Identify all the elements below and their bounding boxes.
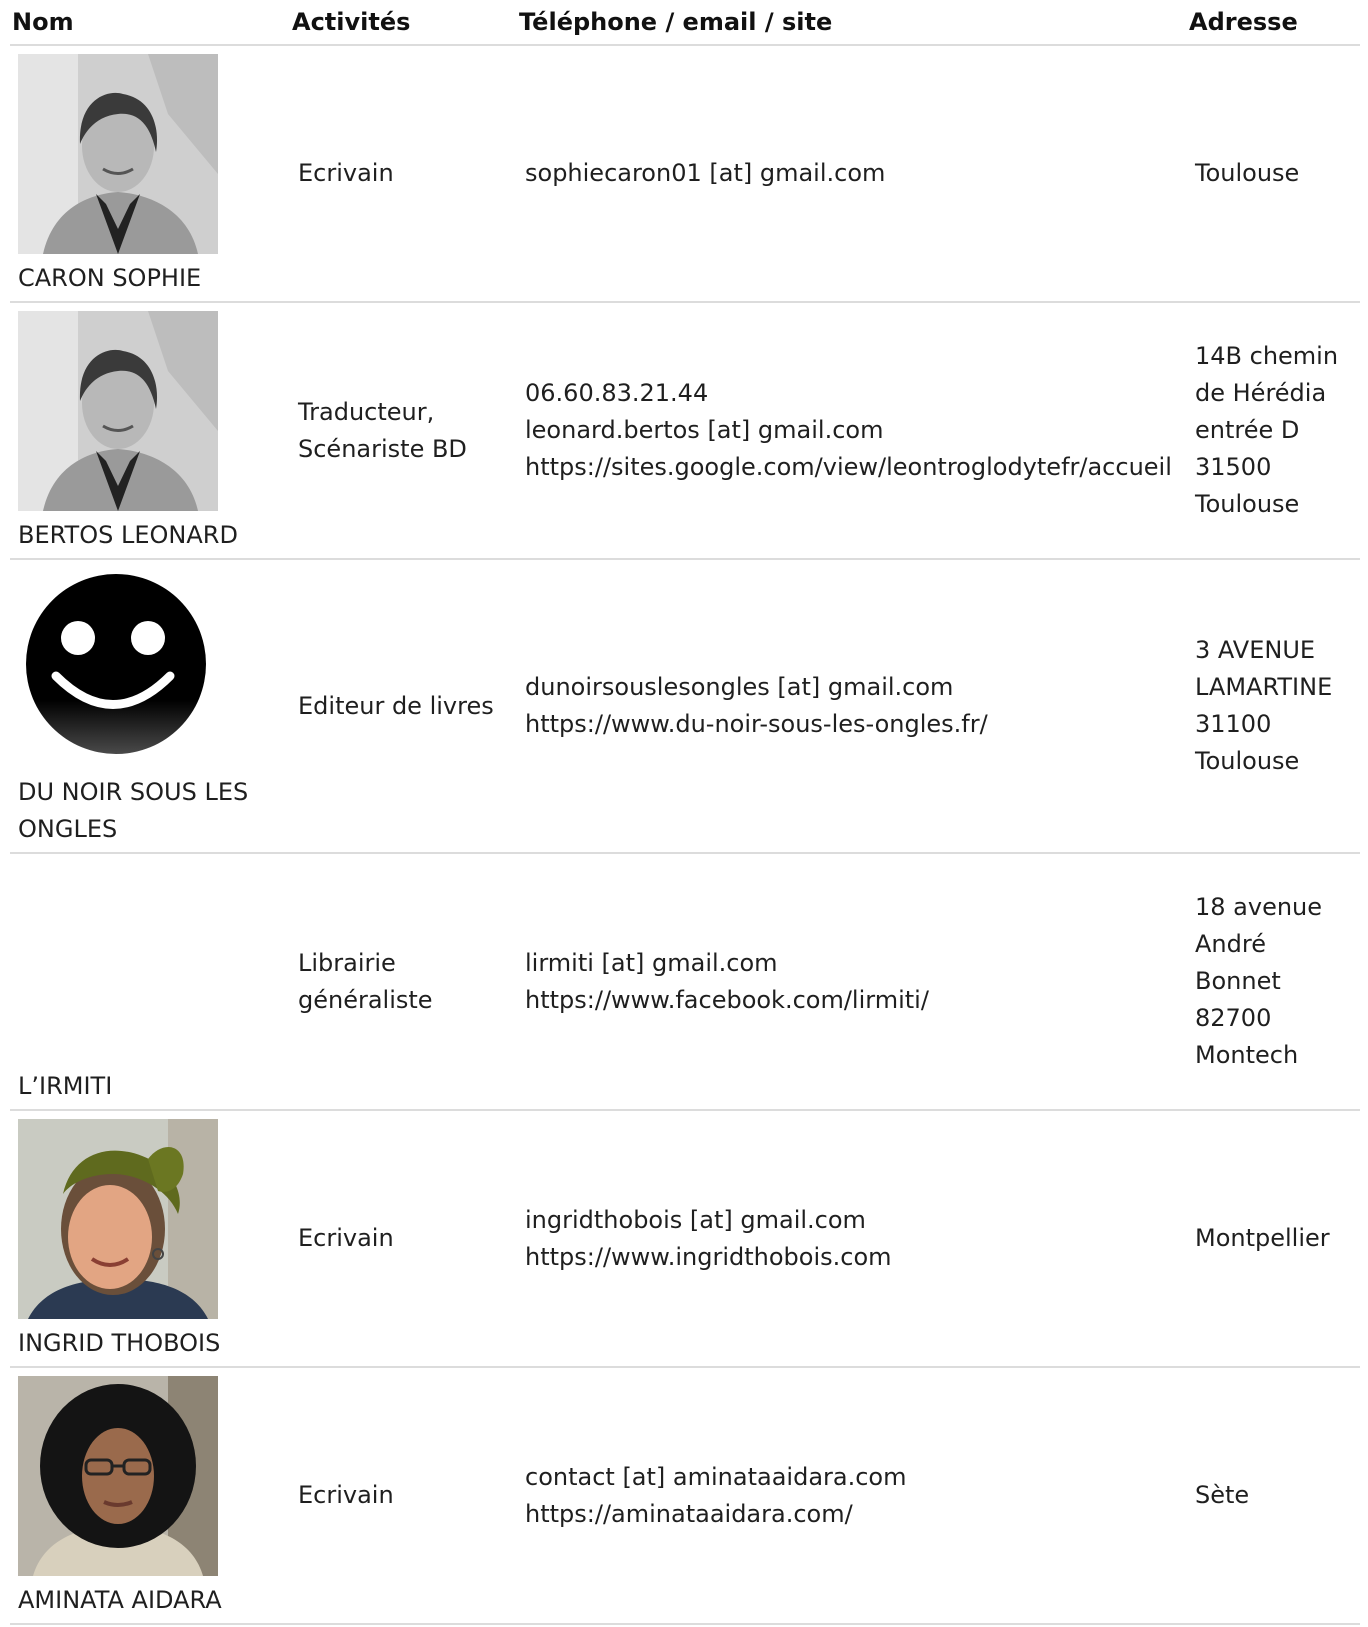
table-row: DU NOIR SOUS LES ONGLES Editeur de livre… [10,559,1360,854]
table-row: CARON SOPHIE Ecrivain sophiecaron01 [at]… [10,45,1360,303]
column-header-address[interactable]: Adresse [1187,0,1360,46]
address-line: Montech [1195,1041,1299,1069]
website-link[interactable]: https://www.facebook.com/lirmiti/ [525,982,1179,1019]
portrait-photo [18,1119,218,1319]
person-name: DU NOIR SOUS LES ONGLES [18,778,249,843]
contact-cell: dunoirsouslesongles [at] gmail.com https… [517,559,1187,854]
column-header-name[interactable]: Nom [10,0,290,46]
activity-text: Ecrivain [298,1224,394,1252]
activities-cell: Librairie généraliste [290,853,517,1111]
phone-text: 06.60.83.21.44 [525,379,709,407]
email-text[interactable]: leonard.bertos [at] gmail.com [525,412,1179,449]
email-text[interactable]: sophiecaron01 [at] gmail.com [525,155,1179,192]
website-link[interactable]: https://aminataaidara.com/ [525,1496,1179,1533]
address-line: André Bonnet [1195,930,1281,995]
activities-cell: Ecrivain [290,1367,517,1625]
address-line: Toulouse [1195,747,1300,775]
activities-cell: Editeur de livres [290,559,517,854]
address-cell: Sète [1187,1367,1360,1625]
activity-text: Ecrivain [298,1481,394,1509]
directory-table: Nom Activités Téléphone / email / site A… [10,0,1360,1625]
table-header: Nom Activités Téléphone / email / site A… [10,0,1360,46]
email-text[interactable]: lirmiti [at] gmail.com [525,945,1179,982]
address-line: Montpellier [1195,1224,1330,1252]
portrait-photo [18,311,218,511]
name-cell: DU NOIR SOUS LES ONGLES [10,559,290,854]
activity-text: Ecrivain [298,159,394,187]
activities-cell: Ecrivain [290,1110,517,1368]
portrait-photo [18,54,218,254]
email-text[interactable]: contact [at] aminataaidara.com [525,1459,1179,1496]
activities-cell: Traducteur, Scénariste BD [290,302,517,560]
email-text[interactable]: ingridthobois [at] gmail.com [525,1202,1179,1239]
table-row: L’IRMITI Librairie généraliste lirmiti [… [10,853,1360,1111]
contact-cell: contact [at] aminataaidara.com https://a… [517,1367,1187,1625]
activity-text: Editeur de livres [298,691,494,720]
contact-cell: ingridthobois [at] gmail.com https://www… [517,1110,1187,1368]
person-name: L’IRMITI [18,1072,113,1100]
address-line: Toulouse [1195,159,1300,187]
address-cell: 18 avenue André Bonnet 82700 Montech [1187,853,1360,1111]
address-line: Sète [1195,1481,1250,1509]
person-name: INGRID THOBOIS [18,1329,221,1357]
name-cell: AMINATA AIDARA [10,1367,290,1625]
address-cell: 14B chemin de Hérédia entrée D 31500 Tou… [1187,302,1360,560]
table-row: BERTOS LEONARD Traducteur, Scénariste BD… [10,302,1360,560]
column-header-activities[interactable]: Activités [290,0,517,46]
address-line: entrée D [1195,416,1300,444]
person-name: AMINATA AIDARA [18,1586,222,1614]
column-header-contact[interactable]: Téléphone / email / site [517,0,1187,46]
name-cell: L’IRMITI [10,853,290,1111]
address-cell: Toulouse [1187,45,1360,303]
address-cell: 3 AVENUE LAMARTINE 31100 Toulouse [1187,559,1360,854]
table-row: AMINATA AIDARA Ecrivain contact [at] ami… [10,1367,1360,1625]
address-line: 3 AVENUE [1195,636,1316,664]
name-cell: CARON SOPHIE [10,45,290,303]
email-text[interactable]: dunoirsouslesongles [at] gmail.com [525,669,1179,706]
smiley-logo-icon [18,568,218,768]
person-name: CARON SOPHIE [18,264,202,292]
website-link[interactable]: https://sites.google.com/view/leontroglo… [525,449,1179,486]
activities-cell: Ecrivain [290,45,517,303]
contact-cell: 06.60.83.21.44 leonard.bertos [at] gmail… [517,302,1187,560]
activity-text: Scénariste BD [298,434,467,463]
website-link[interactable]: https://www.du-noir-sous-les-ongles.fr/ [525,706,1179,743]
person-name: BERTOS LEONARD [18,521,238,549]
address-line: 31500 [1195,453,1272,481]
photo-placeholder [18,862,282,1062]
address-line: 14B chemin [1195,342,1339,370]
website-link[interactable]: https://www.ingridthobois.com [525,1239,1179,1276]
contact-cell: lirmiti [at] gmail.com https://www.faceb… [517,853,1187,1111]
address-line: de Hérédia [1195,379,1327,407]
address-cell: Montpellier [1187,1110,1360,1368]
contact-cell: sophiecaron01 [at] gmail.com [517,45,1187,303]
activity-text: Traducteur, [298,397,435,426]
name-cell: BERTOS LEONARD [10,302,290,560]
table-row: INGRID THOBOIS Ecrivain ingridthobois [a… [10,1110,1360,1368]
name-cell: INGRID THOBOIS [10,1110,290,1368]
address-line: 31100 [1195,710,1272,738]
activity-text: Librairie [298,948,396,977]
address-line: 82700 [1195,1004,1272,1032]
address-line: LAMARTINE [1195,673,1333,701]
portrait-photo [18,1376,218,1576]
address-line: 18 avenue [1195,893,1323,921]
address-line: Toulouse [1195,490,1300,518]
activity-text: généraliste [298,985,433,1014]
